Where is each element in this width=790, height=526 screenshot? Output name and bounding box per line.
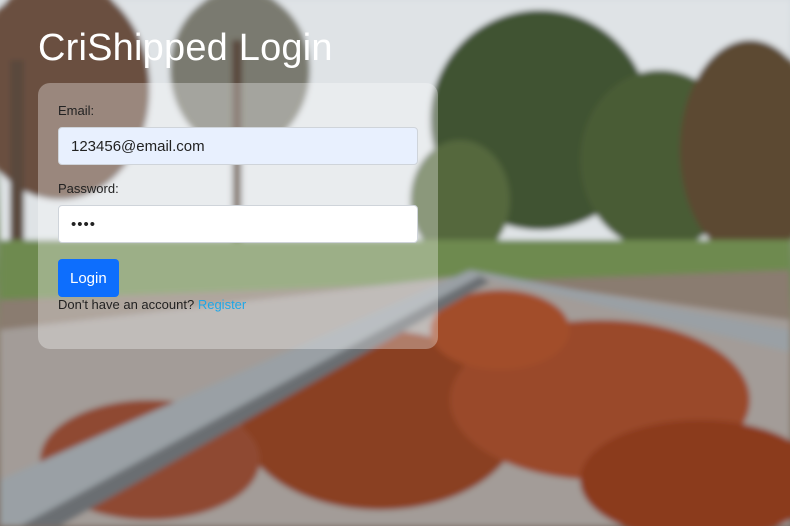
page-title: CriShipped Login [38, 27, 333, 69]
password-label: Password: [58, 181, 119, 196]
signup-prompt: Don't have an account? Register [58, 297, 246, 312]
email-label: Email: [58, 103, 95, 118]
signup-text: Don't have an account? [58, 297, 195, 312]
password-field[interactable] [58, 205, 418, 243]
login-button[interactable]: Login [58, 259, 119, 297]
register-link[interactable]: Register [198, 297, 246, 312]
email-field[interactable] [58, 127, 418, 165]
login-card: Email: Password: Login Don't have an acc… [38, 83, 438, 349]
